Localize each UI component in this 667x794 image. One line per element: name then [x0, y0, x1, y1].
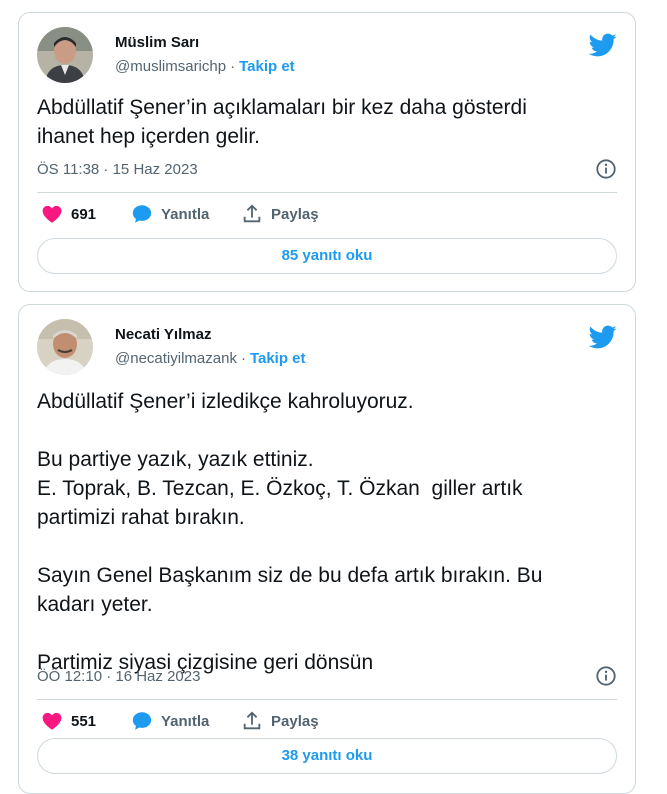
reply-button[interactable]: Yanıtla [131, 710, 209, 732]
avatar[interactable] [37, 319, 93, 375]
tweet-header: Müslim Sarı @muslimsarichp · Takip et [37, 27, 617, 83]
tweet-header: Necati Yılmaz @necatiyilmazank · Takip et [37, 319, 617, 375]
read-replies-button[interactable]: 38 yanıtı oku [37, 738, 617, 774]
author-subline: @muslimsarichp · Takip et [115, 58, 295, 75]
share-upload-icon [243, 711, 261, 730]
reply-button[interactable]: Yanıtla [131, 203, 209, 225]
like-count: 551 [71, 712, 97, 730]
author-handle[interactable]: @muslimsarichp [115, 58, 226, 75]
author-subline: @necatiyilmazank · Takip et [115, 350, 306, 367]
share-button[interactable]: Paylaş [241, 203, 319, 225]
avatar[interactable] [37, 27, 93, 83]
tweet-actions: 551 Yanıtla Paylaş [37, 710, 617, 734]
share-label: Paylaş [271, 205, 319, 223]
separator-dot: · [240, 350, 246, 367]
tweet-timestamp[interactable]: ÖS 11:38 · 15 Haz 2023 [37, 161, 198, 178]
heart-icon [42, 205, 62, 223]
tweet-card: Müslim Sarı @muslimsarichp · Takip et Abdü… [18, 12, 636, 292]
reply-label: Yanıtla [161, 205, 210, 223]
tweet-meta: ÖS 11:38 · 15 Haz 2023 [37, 158, 617, 193]
twitter-bird-icon[interactable] [589, 323, 617, 351]
author-name[interactable]: Müslim Sarı [115, 34, 199, 51]
tweet-card: Necati Yılmaz @necatiyilmazank · Takip et … [18, 304, 636, 794]
share-label: Paylaş [271, 712, 319, 730]
author-name[interactable]: Necati Yılmaz [115, 326, 211, 343]
like-button[interactable]: 551 [41, 710, 96, 732]
heart-icon [42, 712, 62, 730]
share-upload-icon [243, 204, 261, 223]
share-button[interactable]: Paylaş [241, 710, 319, 732]
tweet-actions: 691 Yanıtla Paylaş [37, 203, 617, 227]
twitter-bird-icon[interactable] [589, 31, 617, 59]
tweet-text: Abdüllatif Şener’in açıklamaları bir kez… [37, 96, 527, 148]
tweet-meta: ÖÖ 12:10 · 16 Haz 2023 [37, 665, 617, 700]
author-handle[interactable]: @necatiyilmazank [115, 350, 237, 367]
like-count: 691 [71, 205, 97, 223]
info-icon[interactable] [595, 665, 617, 687]
speech-bubble-icon [132, 205, 152, 223]
tweet-timestamp[interactable]: ÖÖ 12:10 · 16 Haz 2023 [37, 668, 200, 685]
tweet-text: Abdüllatif Şener’i izledikçe kahroluyoru… [37, 390, 543, 674]
follow-button[interactable]: Takip et [250, 350, 306, 367]
speech-bubble-icon [132, 712, 152, 730]
follow-button[interactable]: Takip et [239, 58, 295, 75]
reply-label: Yanıtla [161, 712, 210, 730]
read-replies-button[interactable]: 85 yanıtı oku [37, 238, 617, 274]
info-icon[interactable] [595, 158, 617, 180]
like-button[interactable]: 691 [41, 203, 96, 225]
separator-dot: · [230, 58, 236, 75]
